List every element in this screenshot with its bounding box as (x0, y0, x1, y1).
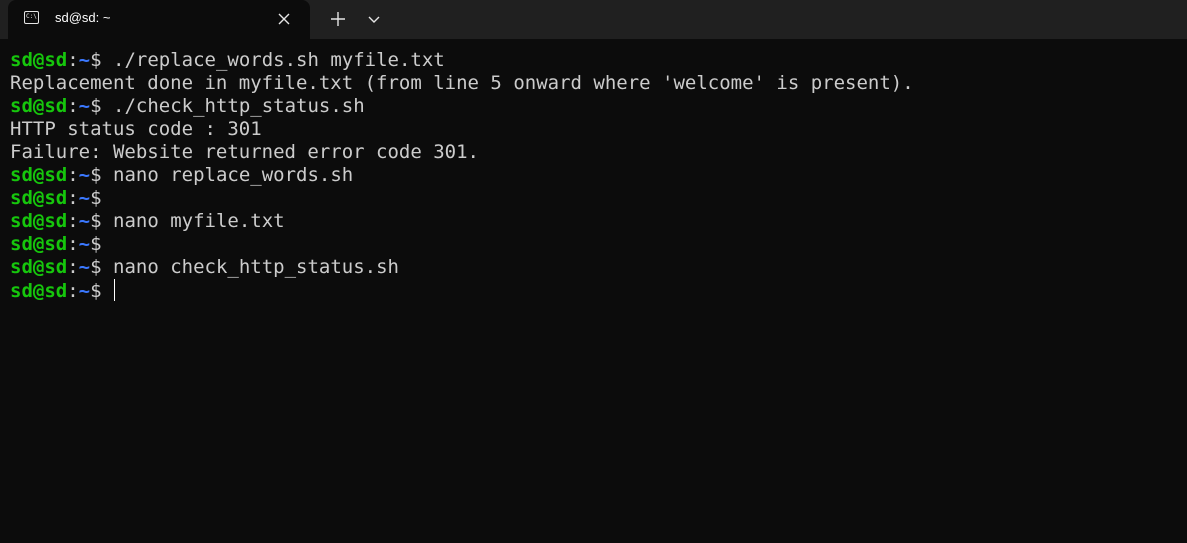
prompt-colon: : (67, 280, 79, 302)
prompt-symbol: $ (90, 164, 102, 186)
prompt-user-host: sd@sd (10, 256, 68, 278)
command-line: sd@sd:~$ (10, 187, 914, 210)
command-line: sd@sd:~$ ./check_http_status.sh (10, 95, 914, 118)
command-line: sd@sd:~$ nano check_http_status.sh (10, 256, 914, 279)
terminal-icon: C:\ (24, 11, 39, 24)
output-line: HTTP status code : 301 (10, 118, 262, 140)
output-line: Replacement done in myfile.txt (from lin… (10, 72, 914, 94)
prompt-path: ~ (78, 95, 91, 117)
prompt-user-host: sd@sd (10, 187, 68, 209)
prompt-user-host: sd@sd (10, 164, 68, 186)
prompt-symbol: $ (90, 256, 102, 278)
prompt-user-host: sd@sd (10, 49, 68, 71)
prompt-symbol: $ (90, 49, 102, 71)
command-line: sd@sd:~$ (10, 279, 914, 302)
prompt-path: ~ (78, 164, 91, 186)
prompt-colon: : (67, 256, 79, 278)
command-text: nano check_http_status.sh (101, 256, 399, 278)
prompt-user-host: sd@sd (10, 280, 68, 302)
prompt-symbol: $ (90, 95, 102, 117)
prompt-path: ~ (78, 210, 91, 232)
prompt-colon: : (67, 187, 79, 209)
tab-title: sd@sd: ~ (55, 10, 111, 25)
output-line: Failure: Website returned error code 301… (10, 141, 479, 163)
command-text (102, 280, 113, 302)
prompt-path: ~ (78, 280, 91, 302)
command-line: sd@sd:~$ (10, 233, 914, 256)
command-text: ./check_http_status.sh (101, 95, 365, 117)
title-bar: C:\ sd@sd: ~ (0, 0, 1187, 39)
prompt-symbol: $ (90, 187, 102, 209)
prompt-colon: : (67, 49, 79, 71)
tab-active[interactable]: C:\ sd@sd: ~ (8, 0, 310, 39)
prompt-path: ~ (78, 187, 91, 209)
prompt-colon: : (67, 210, 79, 232)
prompt-symbol: $ (90, 233, 102, 255)
command-line: sd@sd:~$ nano replace_words.sh (10, 164, 914, 187)
prompt-user-host: sd@sd (10, 95, 68, 117)
command-line: sd@sd:~$ nano myfile.txt (10, 210, 914, 233)
command-line: sd@sd:~$ ./replace_words.sh myfile.txt (10, 49, 914, 72)
chevron-down-icon[interactable] (362, 8, 386, 30)
prompt-symbol: $ (90, 210, 102, 232)
command-text: ./replace_words.sh myfile.txt (101, 49, 445, 71)
prompt-colon: : (67, 233, 79, 255)
plus-icon[interactable] (326, 8, 350, 30)
prompt-path: ~ (78, 233, 91, 255)
terminal-window: C:\ sd@sd: ~ sd@sd:~$ ./replace_words.sh… (0, 0, 1187, 543)
command-text: nano replace_words.sh (101, 164, 354, 186)
terminal-output[interactable]: sd@sd:~$ ./replace_words.sh myfile.txt Re… (10, 49, 914, 302)
command-text: nano myfile.txt (101, 210, 285, 232)
close-icon[interactable] (274, 9, 294, 29)
prompt-symbol: $ (90, 280, 102, 302)
prompt-user-host: sd@sd (10, 233, 68, 255)
prompt-path: ~ (78, 256, 91, 278)
text-cursor (114, 279, 116, 301)
prompt-path: ~ (78, 49, 91, 71)
prompt-colon: : (67, 164, 79, 186)
prompt-colon: : (67, 95, 79, 117)
prompt-user-host: sd@sd (10, 210, 68, 232)
